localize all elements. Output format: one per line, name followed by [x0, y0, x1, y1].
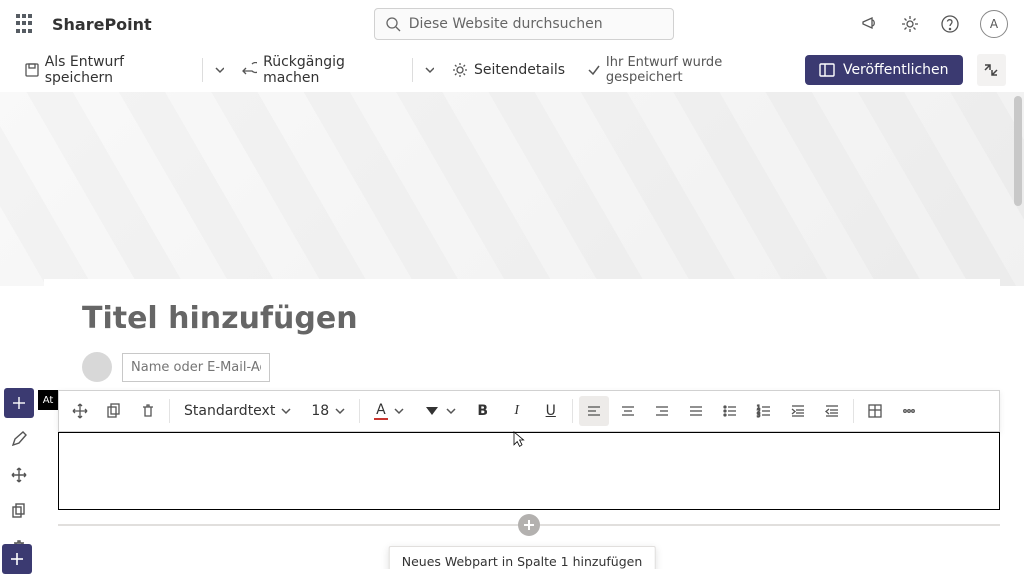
author-name-input[interactable] [122, 353, 270, 382]
delete-webpart-button[interactable] [133, 396, 163, 426]
collapse-icon [983, 62, 999, 78]
settings-icon [452, 62, 468, 78]
check-icon [587, 63, 600, 77]
chevron-down-icon [446, 406, 456, 416]
underline-icon: U [546, 403, 556, 419]
copy-icon [106, 403, 122, 419]
page-details-button[interactable]: Seitendetails [446, 58, 571, 82]
app-launcher-icon[interactable] [16, 14, 36, 34]
help-icon[interactable] [940, 14, 960, 34]
table-button[interactable] [860, 396, 890, 426]
font-size-dropdown[interactable]: 18 [303, 403, 353, 419]
text-webpart-editor[interactable] [58, 432, 1000, 510]
add-section-below-button[interactable] [2, 544, 32, 574]
table-icon [867, 403, 883, 419]
add-webpart-button[interactable] [518, 514, 540, 536]
align-center-button[interactable] [613, 396, 643, 426]
divider [202, 58, 203, 82]
page-title-input[interactable]: Titel hinzufügen [82, 301, 962, 336]
megaphone-icon[interactable] [860, 14, 880, 34]
plus-icon [11, 395, 27, 411]
save-draft-chevron-icon[interactable] [215, 65, 224, 75]
svg-text:3: 3 [757, 413, 760, 419]
gear-icon[interactable] [900, 14, 920, 34]
outdent-icon [824, 403, 840, 419]
align-left-button[interactable] [579, 396, 609, 426]
text-style-dropdown[interactable]: Standardtext [176, 403, 299, 419]
user-avatar[interactable]: A [980, 10, 1008, 38]
highlight-icon [424, 403, 440, 419]
bullet-list-button[interactable] [715, 396, 745, 426]
more-icon [901, 403, 917, 419]
move-icon [72, 403, 88, 419]
publish-button[interactable]: Veröffentlichen [805, 55, 963, 85]
bold-icon: B [477, 403, 488, 419]
cursor-icon [510, 430, 526, 450]
chevron-down-icon [281, 406, 291, 416]
save-icon [24, 62, 39, 78]
search-icon [385, 16, 401, 32]
copy-button[interactable] [4, 496, 34, 526]
plus-icon [523, 519, 535, 531]
publish-icon [819, 62, 835, 78]
save-draft-button[interactable]: Als Entwurf speichern [18, 50, 190, 90]
command-bar: Als Entwurf speichern Rückgängig machen … [0, 48, 1024, 92]
chevron-down-icon [394, 406, 404, 416]
search-placeholder: Diese Website durchsuchen [409, 16, 603, 32]
chevron-down-icon [335, 406, 345, 416]
edit-button[interactable] [4, 424, 34, 454]
brand-label: SharePoint [52, 15, 152, 34]
align-right-icon [654, 403, 670, 419]
duplicate-button[interactable] [99, 396, 129, 426]
webpart-tag: At [38, 390, 58, 410]
search-box[interactable]: Diese Website durchsuchen [374, 8, 674, 40]
add-webpart-tooltip: Neues Webpart in Spalte 1 hinzufügen [389, 546, 656, 569]
move-handle[interactable] [65, 396, 95, 426]
undo-icon [242, 62, 257, 78]
number-list-button[interactable]: 123 [749, 396, 779, 426]
highlight-button[interactable] [416, 403, 464, 419]
align-justify-icon [688, 403, 704, 419]
number-list-icon: 123 [756, 403, 772, 419]
save-status: Ihr Entwurf wurde gespeichert [587, 55, 787, 85]
plus-icon [9, 551, 25, 567]
author-avatar [82, 352, 112, 382]
hero-background [0, 92, 1024, 286]
align-center-icon [620, 403, 636, 419]
scrollbar[interactable] [1014, 96, 1022, 206]
italic-button[interactable]: I [502, 396, 532, 426]
edit-icon [11, 431, 27, 447]
bold-button[interactable]: B [468, 396, 498, 426]
move-icon [11, 467, 27, 483]
align-right-button[interactable] [647, 396, 677, 426]
divider [412, 58, 413, 82]
collapse-button[interactable] [977, 54, 1006, 86]
undo-button[interactable]: Rückgängig machen [236, 50, 399, 90]
align-justify-button[interactable] [681, 396, 711, 426]
bullet-list-icon [722, 403, 738, 419]
more-button[interactable] [894, 396, 924, 426]
undo-chevron-icon[interactable] [425, 65, 434, 75]
outdent-button[interactable] [817, 396, 847, 426]
text-toolbar: Standardtext 18 A B I U 123 [58, 390, 1000, 432]
indent-icon [790, 403, 806, 419]
add-webpart-divider [58, 524, 1000, 526]
align-left-icon [586, 403, 602, 419]
add-section-button[interactable] [4, 388, 34, 418]
indent-button[interactable] [783, 396, 813, 426]
copy-icon [11, 503, 27, 519]
underline-button[interactable]: U [536, 396, 566, 426]
italic-icon: I [514, 403, 519, 419]
font-color-button[interactable]: A [366, 402, 412, 420]
trash-icon [140, 403, 156, 419]
move-button[interactable] [4, 460, 34, 490]
